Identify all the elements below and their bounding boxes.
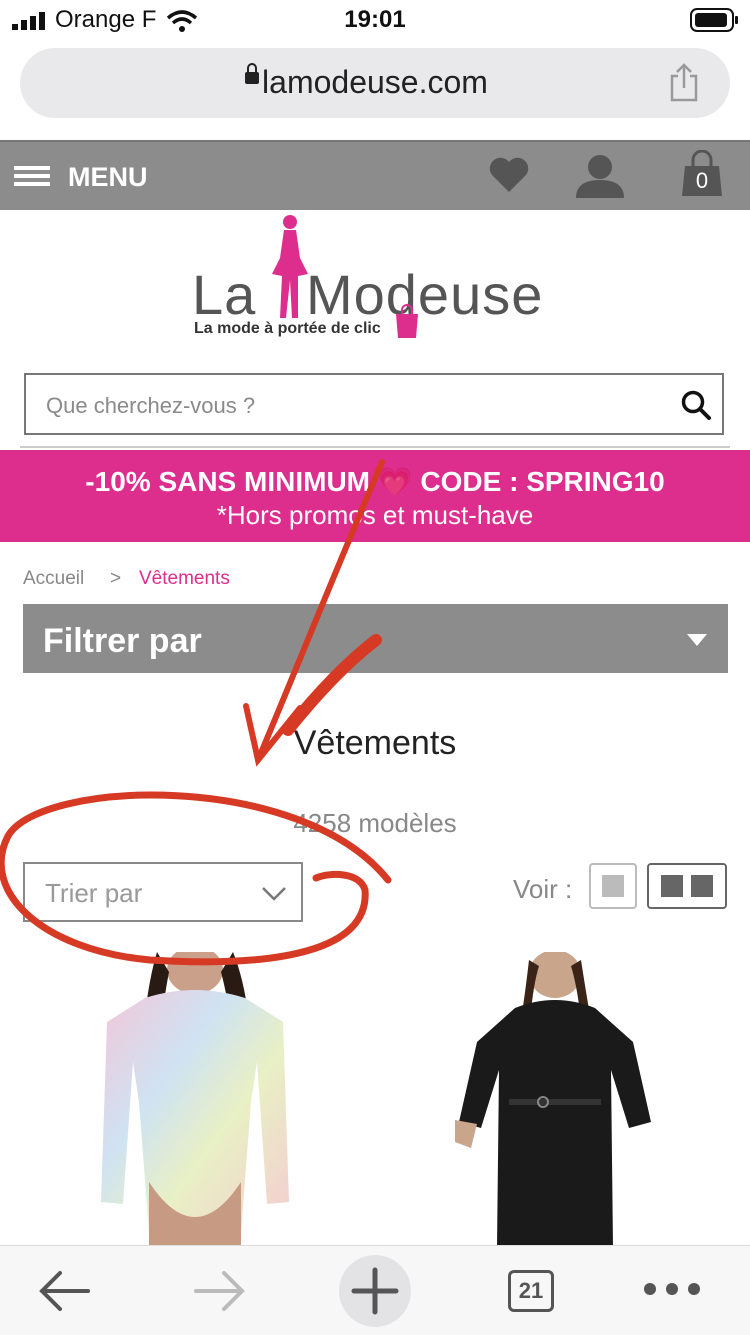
product-card[interactable] bbox=[405, 952, 705, 1247]
back-icon[interactable] bbox=[38, 1270, 92, 1312]
menu-button[interactable]: MENU bbox=[68, 162, 148, 193]
search-placeholder: Que cherchez-vous ? bbox=[46, 393, 256, 418]
page-title: Vêtements bbox=[293, 724, 457, 762]
logo-text: La Modeuse bbox=[192, 263, 544, 326]
sort-placeholder: Trier par bbox=[45, 878, 143, 908]
hamburger-icon[interactable] bbox=[14, 166, 50, 170]
address-bar[interactable]: lamodeuse.com bbox=[20, 48, 730, 118]
grid-2-icon[interactable] bbox=[647, 863, 727, 909]
product-image bbox=[455, 952, 651, 1247]
view-label: Voir : bbox=[513, 874, 573, 904]
caret-down-icon bbox=[687, 634, 707, 646]
product-count: 4258 modèles bbox=[293, 808, 457, 838]
status-bar: Orange F 19:01 bbox=[0, 0, 750, 40]
site-logo[interactable]: La Modeuse La mode à portée de clic bbox=[0, 208, 750, 368]
tabs-icon[interactable]: 21 bbox=[508, 1270, 554, 1312]
sort-select[interactable]: Trier par bbox=[23, 862, 303, 922]
divider bbox=[20, 446, 730, 448]
logo-tagline: La mode à portée de clic bbox=[194, 320, 381, 337]
clock: 19:01 bbox=[344, 6, 406, 33]
url-text: lamodeuse.com bbox=[262, 64, 488, 100]
chevron-down-icon bbox=[262, 887, 286, 901]
heart-icon[interactable] bbox=[488, 156, 530, 194]
cart-count: 0 bbox=[695, 168, 709, 193]
forward-icon[interactable] bbox=[192, 1270, 246, 1312]
share-icon[interactable] bbox=[668, 62, 700, 102]
user-icon[interactable] bbox=[574, 154, 626, 198]
search-input[interactable]: Que cherchez-vous ? bbox=[24, 373, 724, 435]
promo-banner[interactable]: -10% SANS MINIMUM 💗 CODE : SPRING10 *Hor… bbox=[0, 450, 750, 542]
shopping-bag-logo-icon bbox=[396, 304, 418, 338]
breadcrumb-current[interactable]: Vêtements bbox=[139, 568, 230, 590]
promo-line-2: *Hors promos et must-have bbox=[216, 500, 534, 530]
grid-1-icon[interactable] bbox=[589, 863, 637, 909]
breadcrumb-separator: > bbox=[110, 568, 122, 589]
more-icon[interactable] bbox=[642, 1282, 702, 1296]
promo-line-1: -10% SANS MINIMUM 💗 CODE : SPRING10 bbox=[85, 466, 665, 497]
breadcrumb-home[interactable]: Accueil bbox=[23, 568, 84, 590]
filter-label: Filtrer par bbox=[43, 622, 202, 660]
browser-toolbar: 21 bbox=[0, 1245, 750, 1335]
filter-dropdown[interactable]: Filtrer par bbox=[23, 604, 728, 673]
plus-icon[interactable] bbox=[338, 1254, 412, 1328]
battery-icon bbox=[690, 8, 738, 32]
product-card[interactable] bbox=[45, 952, 345, 1247]
product-image bbox=[101, 952, 289, 1247]
search-icon[interactable] bbox=[680, 389, 712, 421]
site-header: MENU 0 bbox=[0, 140, 750, 210]
